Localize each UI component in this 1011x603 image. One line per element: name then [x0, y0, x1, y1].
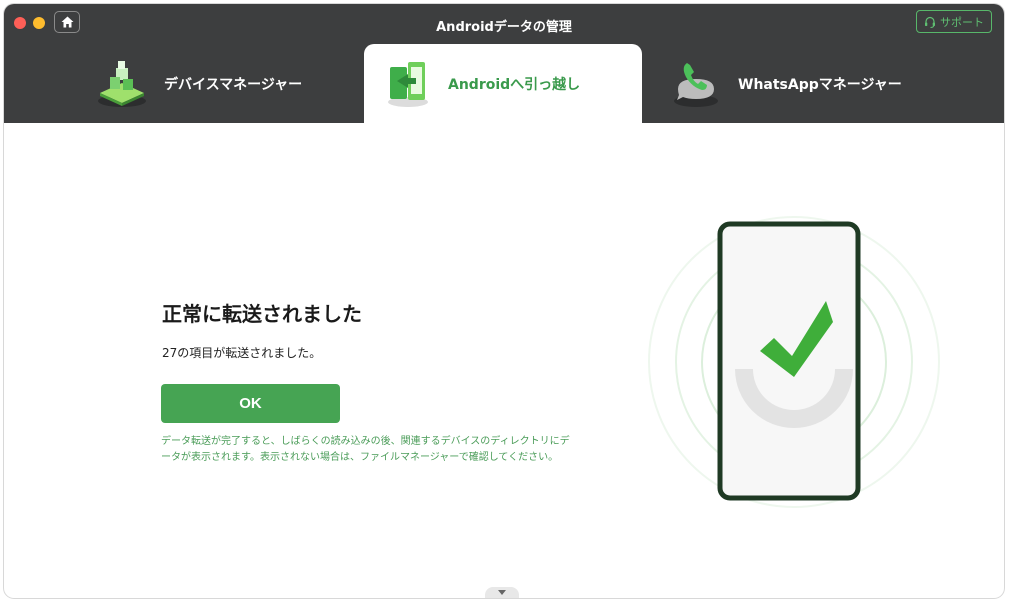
- tab-whatsapp-manager[interactable]: WhatsAppマネージャー: [670, 44, 970, 123]
- support-label: サポート: [940, 15, 984, 29]
- success-phone-illustration: [648, 216, 940, 508]
- expand-panel-tab[interactable]: [485, 587, 519, 598]
- tab-transfer-to-android[interactable]: Androidへ引っ越し: [364, 44, 642, 123]
- support-button[interactable]: サポート: [916, 10, 992, 33]
- transfer-icon: [388, 61, 428, 107]
- tab-device-manager[interactable]: デバイスマネージャー: [94, 44, 364, 123]
- chevron-down-icon: [498, 589, 506, 595]
- ok-button[interactable]: OK: [161, 384, 340, 423]
- device-manager-icon: [98, 60, 146, 107]
- headset-icon: [925, 16, 935, 28]
- app-title: Androidデータの管理: [436, 20, 572, 35]
- success-heading: 正常に転送されました: [162, 302, 362, 326]
- tab-label: WhatsAppマネージャー: [738, 76, 902, 93]
- transfer-note: データ転送が完了すると、しばらくの読み込みの後、関連するデバイスのディレクトリに…: [161, 436, 570, 463]
- tab-label: Androidへ引っ越し: [448, 76, 581, 93]
- transfer-count-text: 27の項目が転送されました。: [162, 346, 322, 360]
- whatsapp-icon: [674, 62, 718, 107]
- title-bar: Androidデータの管理 サポート デバイスマネージャー Androidへ引っ…: [4, 4, 1004, 123]
- app-window: Androidデータの管理 サポート デバイスマネージャー Androidへ引っ…: [4, 4, 1004, 598]
- tab-label: デバイスマネージャー: [164, 76, 303, 93]
